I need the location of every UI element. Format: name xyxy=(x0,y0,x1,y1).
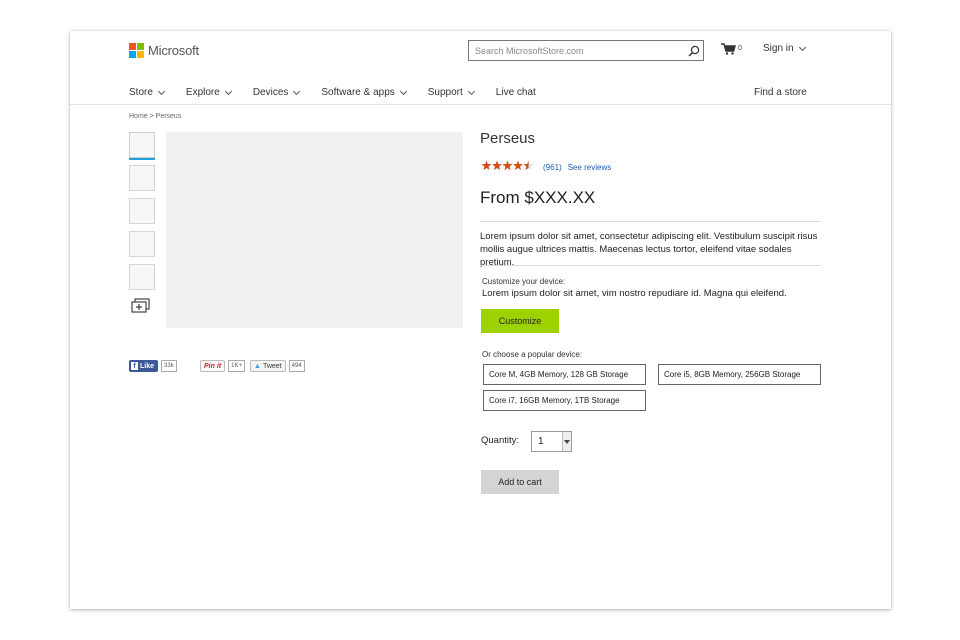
divider xyxy=(480,221,821,222)
customize-text: Lorem ipsum dolor sit amet, vim nostro r… xyxy=(482,288,787,299)
sign-in-label: Sign in xyxy=(763,43,794,54)
facebook-like-button[interactable]: f Like xyxy=(129,360,159,372)
customize-label: Customize your device: xyxy=(482,277,566,286)
facebook-icon: f xyxy=(131,362,138,370)
search-icon[interactable] xyxy=(685,42,703,60)
sign-in-menu[interactable]: Sign in xyxy=(763,43,806,54)
product-title: Perseus xyxy=(480,130,536,147)
header-divider xyxy=(70,104,891,105)
nav-item-support[interactable]: Support xyxy=(427,87,475,98)
tweet-button[interactable]: ▲ Tweet xyxy=(250,360,286,372)
chevron-down-icon xyxy=(798,43,806,51)
add-to-cart-button[interactable]: Add to cart xyxy=(481,470,559,494)
pinterest-count: 1K+ xyxy=(228,360,245,372)
see-reviews-link[interactable]: See reviews xyxy=(568,163,612,172)
star-filled xyxy=(492,160,502,171)
search-input[interactable] xyxy=(469,42,685,59)
thumbnail-active-indicator xyxy=(129,158,155,160)
nav-item-label: Software & apps xyxy=(321,87,395,98)
divider xyxy=(480,265,821,266)
device-option[interactable]: Core i5, 8GB Memory, 256GB Storage xyxy=(658,364,821,385)
chevron-down-icon xyxy=(224,87,232,95)
microsoft-logo[interactable]: Microsoft xyxy=(129,43,199,58)
nav-item-explore[interactable]: Explore xyxy=(185,87,232,98)
review-count[interactable]: (961) xyxy=(543,163,562,172)
breadcrumb[interactable]: Home > Perseus xyxy=(129,113,181,120)
nav-item-label: Support xyxy=(427,87,463,98)
find-store-link[interactable]: Find a store xyxy=(754,87,807,98)
nav-item-label: Store xyxy=(129,87,153,98)
popular-device-label: Or choose a popular device: xyxy=(482,350,583,359)
tweet-label: Tweet xyxy=(262,362,282,370)
chevron-down-icon xyxy=(399,87,407,95)
star-filled xyxy=(481,160,492,171)
star-rating-icon xyxy=(481,160,535,174)
pinterest-button[interactable]: Pin it xyxy=(200,360,226,372)
thumbnail[interactable] xyxy=(129,198,155,224)
nav-item-label: Live chat xyxy=(495,87,536,98)
nav-item-label: Devices xyxy=(252,87,289,98)
customize-button[interactable]: Customize xyxy=(481,309,559,333)
nav-item-label: Explore xyxy=(185,87,220,98)
chevron-down-icon[interactable] xyxy=(562,432,571,451)
nav-item-store[interactable]: Store xyxy=(129,87,165,98)
nav-item-software-apps[interactable]: Software & apps xyxy=(321,87,407,98)
chevron-down-icon xyxy=(293,87,301,95)
product-description: Lorem ipsum dolor sit amet, consectetur … xyxy=(480,231,818,268)
microsoft-logo-icon xyxy=(129,43,144,58)
search-box[interactable] xyxy=(468,40,704,61)
cart-icon xyxy=(721,42,737,60)
twitter-tweet[interactable]: ▲ Tweet 494 xyxy=(250,360,305,372)
thumbnail[interactable] xyxy=(129,264,155,290)
twitter-bird-icon: ▲ xyxy=(254,362,261,370)
thumbnail[interactable] xyxy=(129,165,155,191)
star-filled xyxy=(513,160,523,171)
quantity-value: 1 xyxy=(538,436,544,447)
chevron-down-icon xyxy=(467,87,475,95)
rating: (961) See reviews xyxy=(481,160,611,174)
tweet-count: 494 xyxy=(288,360,305,372)
chevron-down-icon xyxy=(157,87,165,95)
nav-item-live-chat[interactable]: Live chat xyxy=(496,87,536,98)
store-page: Microsoft 0 Sign in Store xyxy=(70,31,891,609)
device-option[interactable]: Core i7, 16GB Memory, 1TB Storage xyxy=(483,390,646,411)
gallery-icon[interactable] xyxy=(131,298,150,319)
cart-count: 0 xyxy=(738,45,742,52)
thumbnail[interactable] xyxy=(129,132,155,158)
product-price: From $XXX.XX xyxy=(480,188,596,207)
thumbnail[interactable] xyxy=(129,231,155,257)
main-nav: Store Explore Devices Software & apps Su… xyxy=(129,87,558,98)
brand-name: Microsoft xyxy=(148,43,199,58)
facebook-like-label: Like xyxy=(140,362,155,370)
cart-button[interactable]: 0 xyxy=(721,42,742,60)
nav-item-devices[interactable]: Devices xyxy=(252,87,301,98)
product-image xyxy=(166,132,463,328)
quantity-select[interactable]: 1 xyxy=(531,431,572,452)
star-filled xyxy=(502,160,513,171)
device-option[interactable]: Core M, 4GB Memory, 128 GB Storage xyxy=(483,364,646,385)
facebook-count: 33k xyxy=(161,360,177,372)
facebook-like[interactable]: f Like 33k xyxy=(129,360,177,372)
quantity-label: Quantity: xyxy=(481,435,520,446)
pinterest-pin[interactable]: Pin it 1K+ xyxy=(200,360,245,372)
